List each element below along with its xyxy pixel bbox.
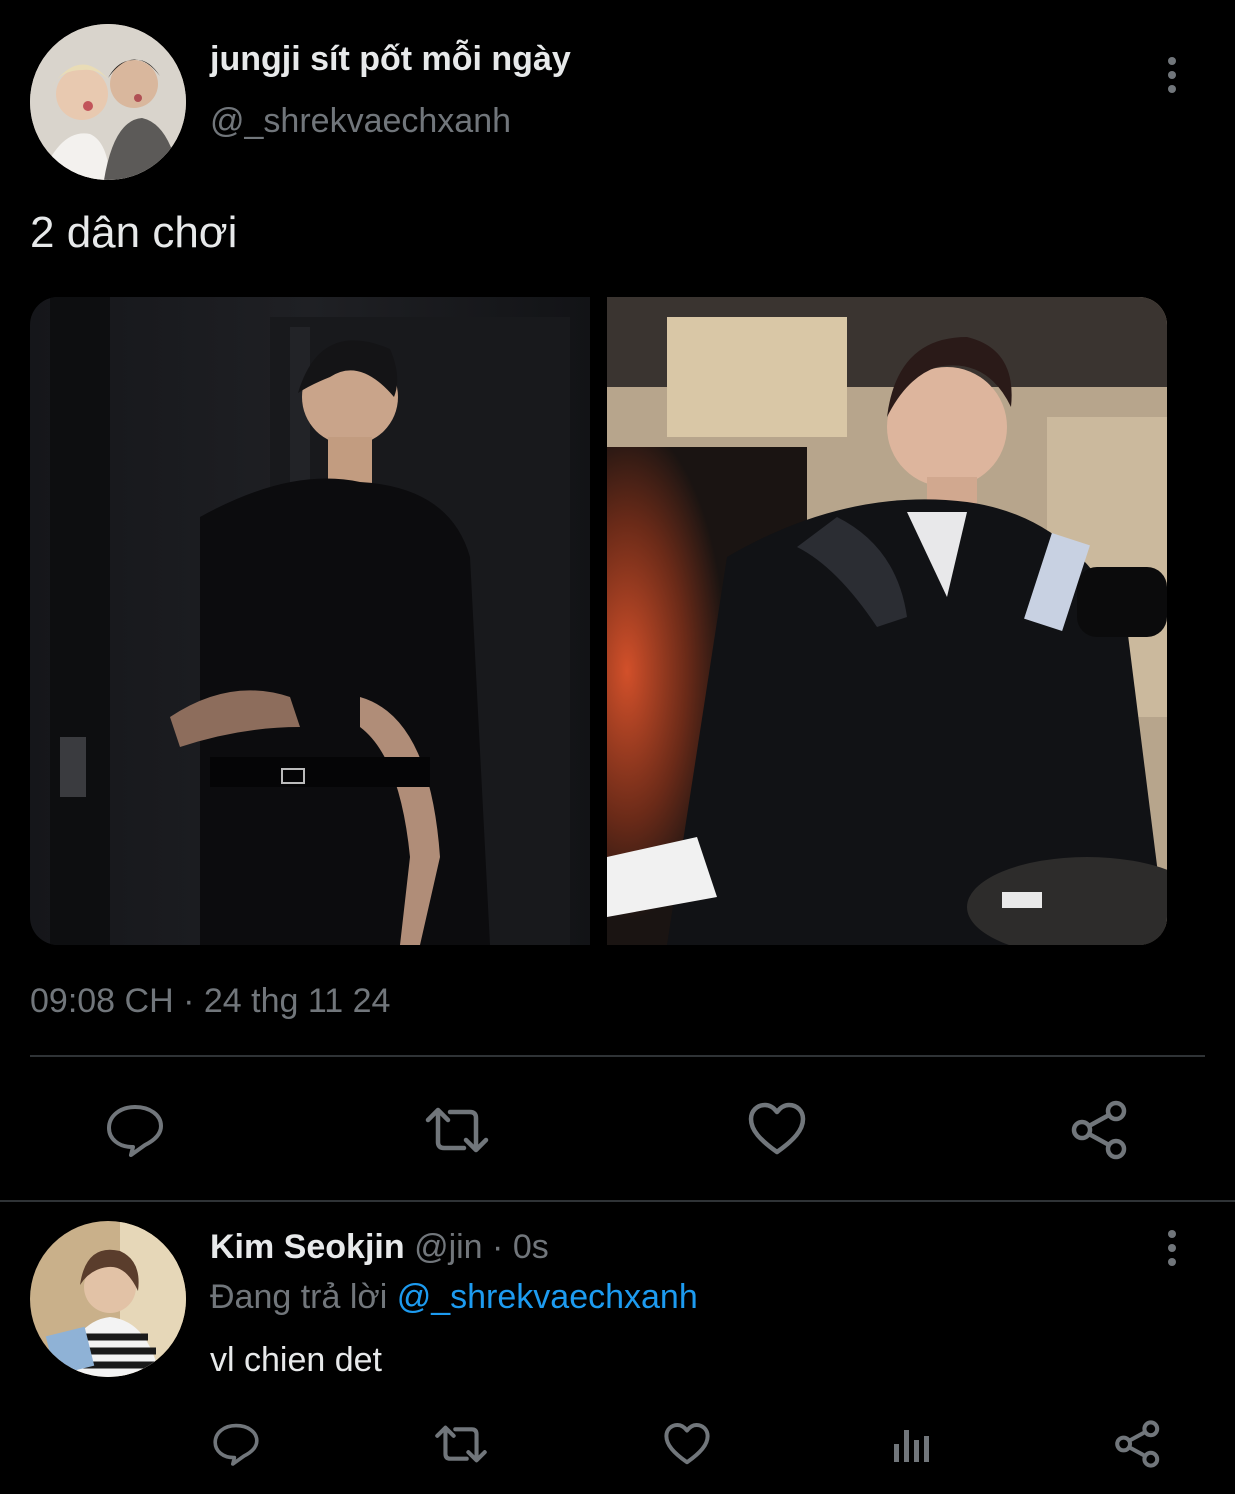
reply-reply-icon[interactable]	[212, 1420, 260, 1468]
reply-like-icon[interactable]	[664, 1422, 710, 1466]
replying-to-link[interactable]: @_shrekvaechxanh	[397, 1278, 698, 1316]
reply-header: Kim Seokjin @jin · 0s	[210, 1228, 549, 1267]
share-icon[interactable]	[1070, 1100, 1130, 1160]
reply-author-name[interactable]: Kim Seokjin	[210, 1228, 405, 1266]
reply-author-handle[interactable]: @jin	[414, 1228, 483, 1266]
tweet-photo-right[interactable]	[607, 297, 1167, 945]
author-avatar[interactable]	[30, 24, 186, 180]
retweet-icon[interactable]	[424, 1104, 490, 1156]
reply-author-avatar[interactable]	[30, 1221, 186, 1377]
reply-text: vl chien det	[210, 1341, 382, 1379]
tweet-timestamp[interactable]: 09:08 CH · 24 thg 11 24	[30, 982, 390, 1021]
like-icon[interactable]	[748, 1102, 806, 1156]
tweet-photo-left[interactable]	[30, 297, 590, 945]
reply-separator: ·	[492, 1228, 504, 1266]
author-name[interactable]: jungji sít pốt mỗi ngày	[210, 40, 571, 79]
more-vertical-icon[interactable]	[1158, 54, 1186, 98]
reply-icon[interactable]	[105, 1100, 165, 1160]
replying-prefix: Đang trả lời	[210, 1278, 388, 1316]
author-handle[interactable]: @_shrekvaechxanh	[210, 102, 511, 141]
reply-time[interactable]: 0s	[513, 1228, 549, 1266]
reply-more-vertical-icon[interactable]	[1158, 1227, 1186, 1271]
analytics-icon[interactable]	[892, 1424, 932, 1464]
tweet-text: 2 dân chơi	[30, 208, 238, 257]
reply-retweet-icon[interactable]	[434, 1422, 488, 1466]
stats-divider	[30, 1055, 1205, 1057]
reply-divider	[0, 1200, 1235, 1202]
reply-share-icon[interactable]	[1114, 1420, 1162, 1468]
replying-to-line: Đang trả lời @_shrekvaechxanh	[210, 1278, 698, 1317]
